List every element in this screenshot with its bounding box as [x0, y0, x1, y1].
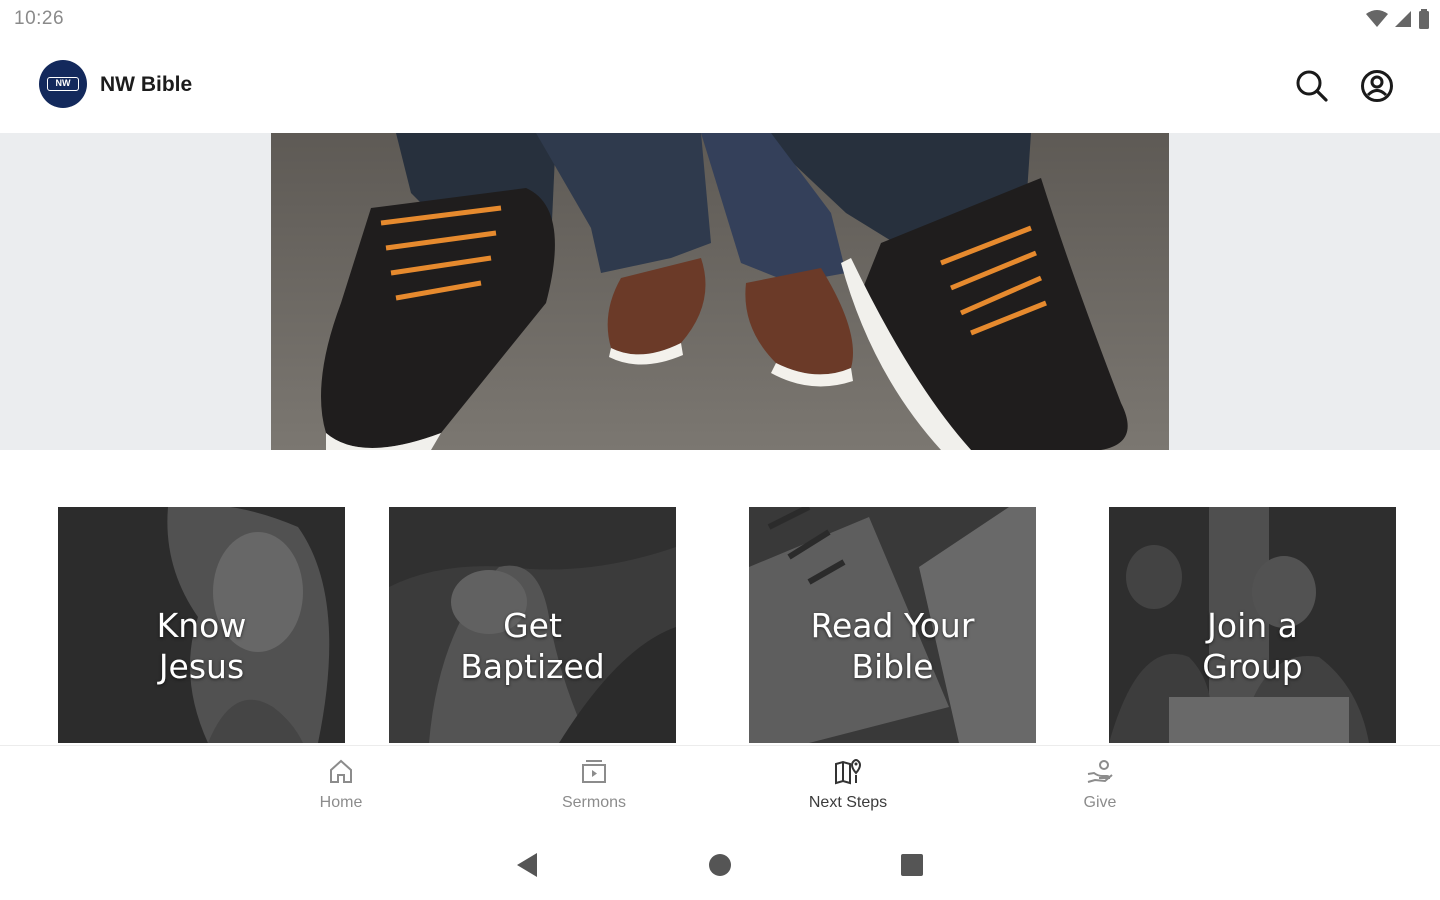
card-label: Read Your Bible [810, 606, 975, 686]
card-know-jesus[interactable]: Know Jesus [58, 507, 345, 743]
next-steps-cards: Know Jesus Get Baptized Read Your Bible [0, 507, 1440, 744]
nav-label: Home [319, 794, 363, 811]
nav-label: Sermons [561, 794, 627, 811]
card-label: Get Baptized [460, 606, 605, 686]
home-circle-icon [709, 854, 731, 876]
next-steps-icon [835, 759, 861, 785]
back-triangle-icon [517, 853, 537, 877]
card-label: Know Jesus [156, 606, 247, 686]
signal-icon [1395, 11, 1411, 27]
account-circle-icon [1361, 70, 1393, 102]
home-system-button[interactable] [705, 850, 735, 880]
battery-icon [1419, 9, 1429, 29]
status-bar: 10:26 [0, 0, 1440, 40]
nav-item-next-steps[interactable]: Next Steps [778, 756, 918, 820]
nav-label: Give [1083, 794, 1117, 811]
app-title: NW Bible [100, 73, 193, 96]
nav-item-home[interactable]: Home [271, 756, 411, 820]
back-button[interactable] [512, 850, 542, 880]
home-icon [330, 759, 352, 783]
nav-item-give[interactable]: Give [1030, 756, 1170, 820]
search-icon [1296, 70, 1328, 102]
account-button[interactable] [1355, 64, 1399, 108]
hero-banner [0, 133, 1440, 450]
card-label: Join a Group [1202, 606, 1303, 686]
system-navigation-bar [0, 826, 1440, 900]
wifi-icon [1366, 10, 1388, 27]
status-icons [1366, 9, 1430, 29]
card-read-your-bible[interactable]: Read Your Bible [749, 507, 1036, 743]
nw-logo[interactable]: NW [39, 60, 87, 108]
status-time: 10:26 [14, 8, 65, 29]
recents-button[interactable] [897, 850, 927, 880]
search-button[interactable] [1290, 64, 1334, 108]
sermons-icon [582, 760, 606, 783]
logo-text: NW [47, 77, 79, 91]
give-icon [1087, 760, 1113, 783]
bottom-navigation: Home Sermons Next Steps Give [0, 745, 1440, 825]
banner-photo-shoes [271, 133, 1169, 450]
app-bar: NW NW Bible [0, 40, 1440, 132]
recents-square-icon [901, 854, 923, 876]
nav-label: Next Steps [808, 794, 888, 811]
nav-item-sermons[interactable]: Sermons [524, 756, 664, 820]
card-join-a-group[interactable]: Join a Group [1109, 507, 1396, 743]
card-get-baptized[interactable]: Get Baptized [389, 507, 676, 743]
